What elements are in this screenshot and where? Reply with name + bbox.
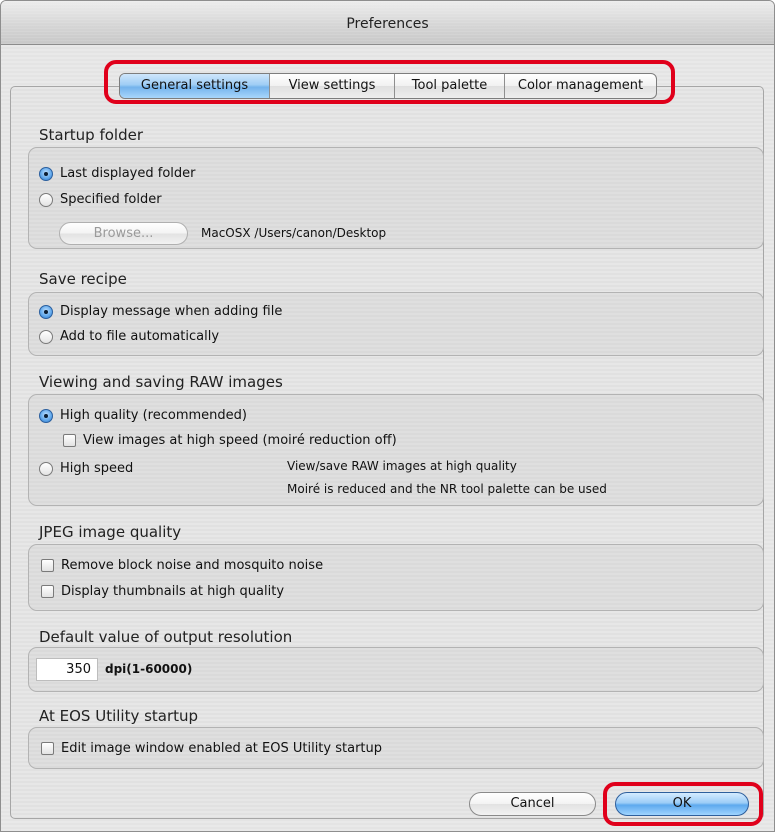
radio-selected-icon[interactable] <box>39 408 53 423</box>
remove-block-noise-label: Remove block noise and mosquito noise <box>61 558 324 573</box>
last-displayed-folder-option[interactable]: Last displayed folder <box>39 166 196 181</box>
raw-description-line-2: Moiré is reduced and the NR tool palette… <box>287 482 607 496</box>
preferences-window: Preferences General settings View settin… <box>0 0 775 832</box>
title-bar[interactable]: Preferences <box>1 1 774 45</box>
view-high-speed-label: View images at high speed (moiré reducti… <box>83 433 397 448</box>
cancel-button[interactable]: Cancel <box>469 792 596 816</box>
thumbnails-high-quality-label: Display thumbnails at high quality <box>61 584 285 599</box>
raw-images-title: Viewing and saving RAW images <box>39 373 283 391</box>
high-quality-label: High quality (recommended) <box>60 408 247 423</box>
jpeg-quality-group <box>28 544 764 611</box>
last-displayed-folder-label: Last displayed folder <box>60 166 196 181</box>
radio-unselected-icon[interactable] <box>39 461 53 476</box>
raw-description-line-1: View/save RAW images at high quality <box>287 459 517 473</box>
startup-folder-path: MacOSX /Users/canon/Desktop <box>201 226 387 240</box>
checkbox-icon[interactable] <box>41 559 54 572</box>
resolution-unit: dpi(1-60000) <box>105 662 193 676</box>
ok-callout-highlight <box>603 782 763 826</box>
resolution-input[interactable]: 350 <box>36 658 98 681</box>
remove-block-noise-option[interactable]: Remove block noise and mosquito noise <box>41 558 323 573</box>
high-speed-option[interactable]: High speed <box>39 461 133 476</box>
high-speed-label: High speed <box>60 461 134 476</box>
startup-folder-title: Startup folder <box>39 126 143 144</box>
window-title: Preferences <box>346 16 429 32</box>
checkbox-icon[interactable] <box>41 585 54 598</box>
eos-utility-title: At EOS Utility startup <box>39 707 199 725</box>
thumbnails-high-quality-option[interactable]: Display thumbnails at high quality <box>41 584 284 599</box>
checkbox-icon[interactable] <box>63 434 76 447</box>
save-recipe-title: Save recipe <box>39 270 127 288</box>
browse-button[interactable]: Browse... <box>59 222 188 245</box>
edit-image-window-label: Edit image window enabled at EOS Utility… <box>61 741 383 756</box>
display-message-label: Display message when adding file <box>60 304 283 319</box>
save-recipe-group <box>28 292 764 356</box>
checkbox-icon[interactable] <box>41 742 54 755</box>
edit-image-window-option[interactable]: Edit image window enabled at EOS Utility… <box>41 741 382 756</box>
radio-unselected-icon[interactable] <box>39 192 53 207</box>
jpeg-quality-title: JPEG image quality <box>39 523 182 541</box>
view-high-speed-option[interactable]: View images at high speed (moiré reducti… <box>63 433 397 448</box>
radio-unselected-icon[interactable] <box>39 329 53 344</box>
tabs-callout-highlight <box>104 60 675 104</box>
add-to-file-option[interactable]: Add to file automatically <box>39 329 219 344</box>
radio-selected-icon[interactable] <box>39 304 53 319</box>
output-resolution-title: Default value of output resolution <box>39 628 293 646</box>
radio-selected-icon[interactable] <box>39 166 53 181</box>
specified-folder-label: Specified folder <box>60 192 162 207</box>
high-quality-option[interactable]: High quality (recommended) <box>39 408 247 423</box>
display-message-option[interactable]: Display message when adding file <box>39 304 282 319</box>
specified-folder-option[interactable]: Specified folder <box>39 192 162 207</box>
add-to-file-label: Add to file automatically <box>60 329 220 344</box>
